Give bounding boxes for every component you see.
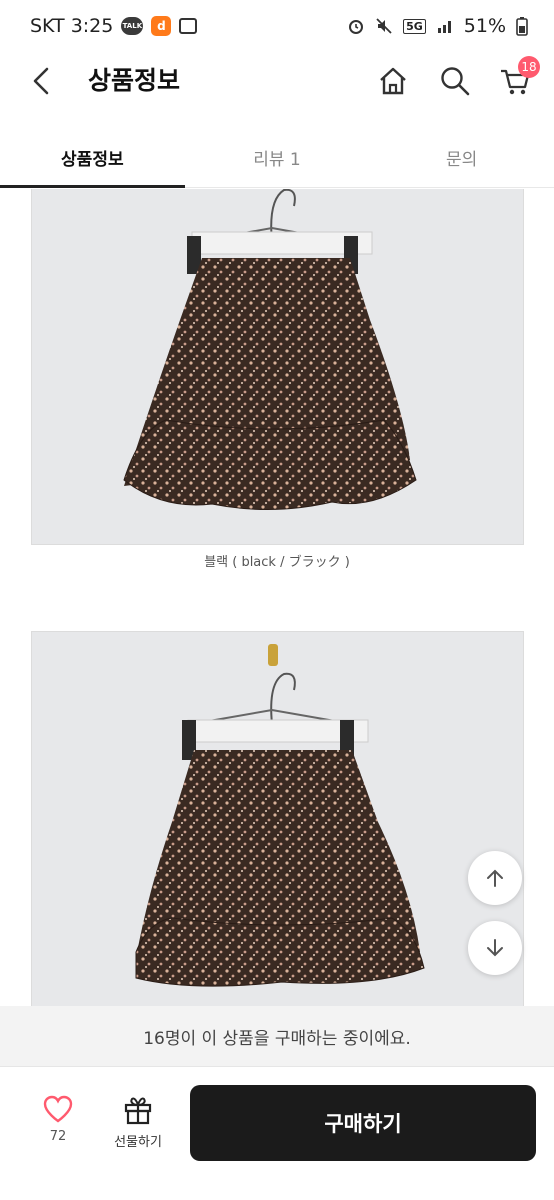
- heart-icon: [43, 1095, 73, 1123]
- tab-inquiry[interactable]: 문의: [369, 128, 554, 187]
- app-notification-icon: d: [151, 16, 172, 36]
- battery-percent: 51%: [463, 15, 506, 37]
- mute-icon: [376, 18, 392, 34]
- network-indicator: 5G: [403, 18, 426, 34]
- product-tabs: 상품정보 리뷰 1 문의: [0, 128, 554, 188]
- like-count: 72: [49, 1129, 67, 1144]
- product-photo-black: [31, 189, 524, 545]
- like-button[interactable]: 72: [30, 1095, 86, 1155]
- scroll-up-button[interactable]: [468, 851, 522, 905]
- home-button[interactable]: [374, 62, 412, 100]
- scroll-down-button[interactable]: [468, 921, 522, 975]
- top-app-bar: 상품정보 18: [0, 52, 554, 112]
- search-icon: [441, 67, 470, 96]
- skirt-image-2: [135, 644, 425, 987]
- gift-label: 선물하기: [114, 1135, 162, 1150]
- arrow-down-icon: [487, 939, 503, 957]
- alarm-icon: [349, 20, 364, 34]
- chevron-left-icon: [33, 67, 49, 95]
- search-button[interactable]: [436, 62, 474, 100]
- gift-icon: [124, 1097, 152, 1125]
- purchase-activity-notice: 16명이 이 상품을 구매하는 중이에요.: [0, 1006, 554, 1066]
- carrier-time: SKT 3:25: [30, 15, 114, 37]
- arrow-up-icon: [487, 869, 503, 887]
- cart-count-badge: 18: [518, 56, 540, 78]
- signal-icon: [437, 21, 451, 33]
- photo-caption: 블랙 ( black / ブラック ): [204, 555, 350, 570]
- cart-button[interactable]: 18: [496, 56, 540, 100]
- kakaotalk-icon: TALK: [121, 17, 144, 35]
- skirt-image: [123, 189, 417, 510]
- tab-product-info[interactable]: 상품정보: [0, 128, 185, 188]
- back-button[interactable]: [24, 64, 58, 98]
- page-title: 상품정보: [88, 66, 181, 95]
- gallery-icon: [179, 18, 198, 34]
- bottom-purchase-bar: 72 선물하기 구매하기: [0, 1066, 554, 1200]
- product-photo-second: [31, 631, 524, 1011]
- home-icon: [380, 67, 406, 95]
- battery-icon: [516, 17, 528, 36]
- status-bar: SKT 3:25 TALK d 5G 51%: [0, 0, 554, 52]
- tab-reviews[interactable]: 리뷰 1: [185, 128, 370, 187]
- product-detail-content: 블랙 ( black / ブラック ): [0, 189, 554, 1066]
- gift-button[interactable]: 선물하기: [108, 1095, 168, 1155]
- buy-button[interactable]: 구매하기: [190, 1085, 536, 1161]
